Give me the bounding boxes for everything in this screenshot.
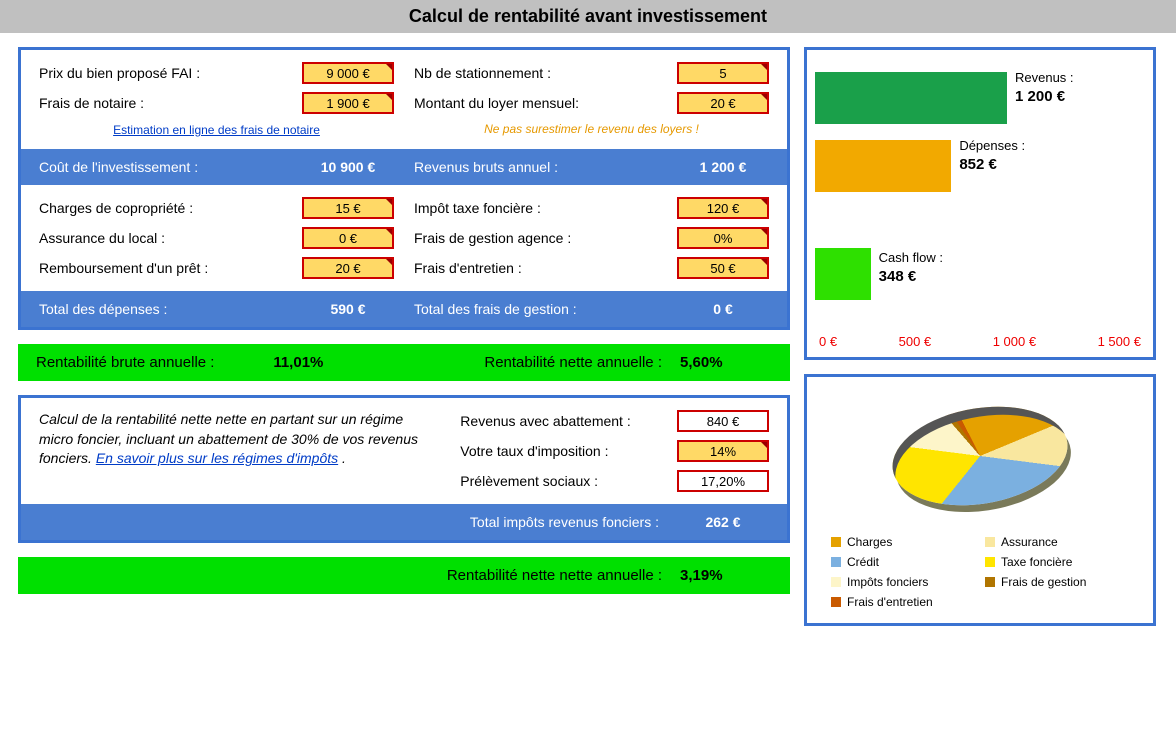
legend-swatch [831, 577, 841, 587]
bar [815, 248, 871, 300]
legend-swatch [831, 597, 841, 607]
axis-tick: 500 € [899, 334, 932, 349]
legend-item: Crédit [831, 555, 975, 569]
input-assurance[interactable]: 0 € [302, 227, 394, 249]
value-prelevement-sociaux: 17,20% [677, 470, 769, 492]
panel-investment: Prix du bien proposé FAI : 9 000 € Frais… [18, 47, 790, 330]
legend-item: Frais de gestion [985, 575, 1129, 589]
pie-chart [821, 391, 1139, 521]
legend-label: Charges [847, 535, 892, 549]
value-rentab-nette: 5,60% [680, 354, 772, 371]
legend-swatch [831, 537, 841, 547]
label-nb-stationnement: Nb de stationnement : [414, 65, 669, 81]
label-rentab-nette-nette: Rentabilité nette nette annuelle : [349, 567, 680, 584]
legend-swatch [985, 537, 995, 547]
input-taux-imposition[interactable]: 14% [677, 440, 769, 462]
legend-label: Impôts fonciers [847, 575, 928, 589]
legend-label: Crédit [847, 555, 879, 569]
label-loyer-mensuel: Montant du loyer mensuel: [414, 95, 669, 111]
value-total-impots: 262 € [677, 514, 769, 530]
value-rentab-brute: 11,01% [273, 354, 365, 371]
bar-rentabilite-finale: Rentabilité nette nette annuelle : 3,19% [18, 557, 790, 594]
value-abattement: 840 € [677, 410, 769, 432]
axis-tick: 0 € [819, 334, 837, 349]
legend-item: Charges [831, 535, 975, 549]
value-cout-investissement: 10 900 € [302, 159, 394, 175]
input-taxe-fonciere[interactable]: 120 € [677, 197, 769, 219]
panel-impots: Calcul de la rentabilité nette nette en … [18, 395, 790, 543]
label-frais-entretien: Frais d'entretien : [414, 260, 669, 276]
label-total-impots: Total impôts revenus fonciers : [414, 514, 677, 530]
legend-swatch [985, 577, 995, 587]
bar-chart: Revenus :1 200 € Dépenses :852 € Cash flow… [815, 64, 1145, 324]
legend-label: Frais de gestion [1001, 575, 1086, 589]
bar-row: Cash flow :348 € [815, 240, 1145, 308]
legend-swatch [985, 557, 995, 567]
pie-chart-panel: Charges Assurance Crédit Taxe foncière Impôt… [804, 374, 1156, 626]
label-taux-imposition: Votre taux d'imposition : [460, 443, 669, 459]
summary-depenses: Total des dépenses : 590 € Total des fra… [21, 291, 787, 327]
axis-tick: 1 500 € [1098, 334, 1141, 349]
note-loyer: Ne pas surestimer le revenu des loyers ! [414, 122, 769, 136]
right-column: Revenus :1 200 € Dépenses :852 € Cash flow… [804, 47, 1156, 626]
value-rentab-nette-nette: 3,19% [680, 567, 772, 584]
pie-graphic [873, 390, 1087, 522]
bar [815, 140, 951, 192]
input-nb-stationnement[interactable]: 5 [677, 62, 769, 84]
bar-row: Revenus :1 200 € [815, 64, 1145, 132]
bar-label: Cash flow :348 € [879, 250, 943, 286]
label-revenus-bruts: Revenus bruts annuel : [414, 159, 677, 175]
bar-chart-panel: Revenus :1 200 € Dépenses :852 € Cash flow… [804, 47, 1156, 360]
link-estimation-notaire[interactable]: Estimation en ligne des frais de notaire [113, 123, 320, 137]
label-frais-notaire: Frais de notaire : [39, 95, 294, 111]
pie-legend: Charges Assurance Crédit Taxe foncière Impôt… [821, 535, 1139, 609]
axis-tick: 1 000 € [993, 334, 1036, 349]
left-column: Prix du bien proposé FAI : 9 000 € Frais… [18, 47, 790, 626]
legend-item: Impôts fonciers [831, 575, 975, 589]
legend-item: Frais d'entretien [831, 595, 975, 609]
label-total-gestion: Total des frais de gestion : [414, 301, 677, 317]
summary-investment: Coût de l'investissement : 10 900 € Reve… [21, 149, 787, 185]
value-revenus-bruts: 1 200 € [677, 159, 769, 175]
bar-row: Dépenses :852 € [815, 132, 1145, 200]
bar-label: Dépenses :852 € [959, 138, 1025, 174]
legend-label: Frais d'entretien [847, 595, 933, 609]
label-pret: Remboursement d'un prêt : [39, 260, 294, 276]
summary-impots: Total impôts revenus fonciers : 262 € [21, 504, 787, 540]
label-frais-agence: Frais de gestion agence : [414, 230, 669, 246]
page-title: Calcul de rentabilité avant investisseme… [0, 0, 1176, 33]
bar [815, 72, 1007, 124]
label-rentab-nette: Rentabilité nette annuelle : [365, 354, 680, 371]
legend-label: Taxe foncière [1001, 555, 1072, 569]
legend-item: Taxe foncière [985, 555, 1129, 569]
input-prix-fai[interactable]: 9 000 € [302, 62, 394, 84]
input-loyer-mensuel[interactable]: 20 € [677, 92, 769, 114]
label-abattement: Revenus avec abattement : [460, 413, 669, 429]
label-rentab-brute: Rentabilité brute annuelle : [36, 354, 273, 371]
bar-rentabilite: Rentabilité brute annuelle : 11,01% Rent… [18, 344, 790, 381]
value-total-gestion: 0 € [677, 301, 769, 317]
label-prix-fai: Prix du bien proposé FAI : [39, 65, 294, 81]
label-cout-investissement: Coût de l'investissement : [39, 159, 302, 175]
label-assurance: Assurance du local : [39, 230, 294, 246]
label-taxe-fonciere: Impôt taxe foncière : [414, 200, 669, 216]
bar-chart-axis: 0 € 500 € 1 000 € 1 500 € [815, 334, 1145, 349]
input-frais-agence[interactable]: 0% [677, 227, 769, 249]
label-total-depenses: Total des dépenses : [39, 301, 302, 317]
desc-suffix: . [338, 450, 346, 466]
legend-item: Assurance [985, 535, 1129, 549]
input-charges-copro[interactable]: 15 € [302, 197, 394, 219]
label-charges-copro: Charges de copropriété : [39, 200, 294, 216]
legend-label: Assurance [1001, 535, 1058, 549]
legend-swatch [831, 557, 841, 567]
bar-label: Revenus :1 200 € [1015, 70, 1074, 106]
main-container: Prix du bien proposé FAI : 9 000 € Frais… [0, 33, 1176, 640]
desc-micro-foncier: Calcul de la rentabilité nette nette en … [39, 410, 440, 469]
value-total-depenses: 590 € [302, 301, 394, 317]
input-frais-entretien[interactable]: 50 € [677, 257, 769, 279]
label-prelevement-sociaux: Prélèvement sociaux : [460, 473, 669, 489]
input-frais-notaire[interactable]: 1 900 € [302, 92, 394, 114]
input-pret[interactable]: 20 € [302, 257, 394, 279]
link-regimes-impots[interactable]: En savoir plus sur les régimes d'impôts [96, 450, 338, 466]
